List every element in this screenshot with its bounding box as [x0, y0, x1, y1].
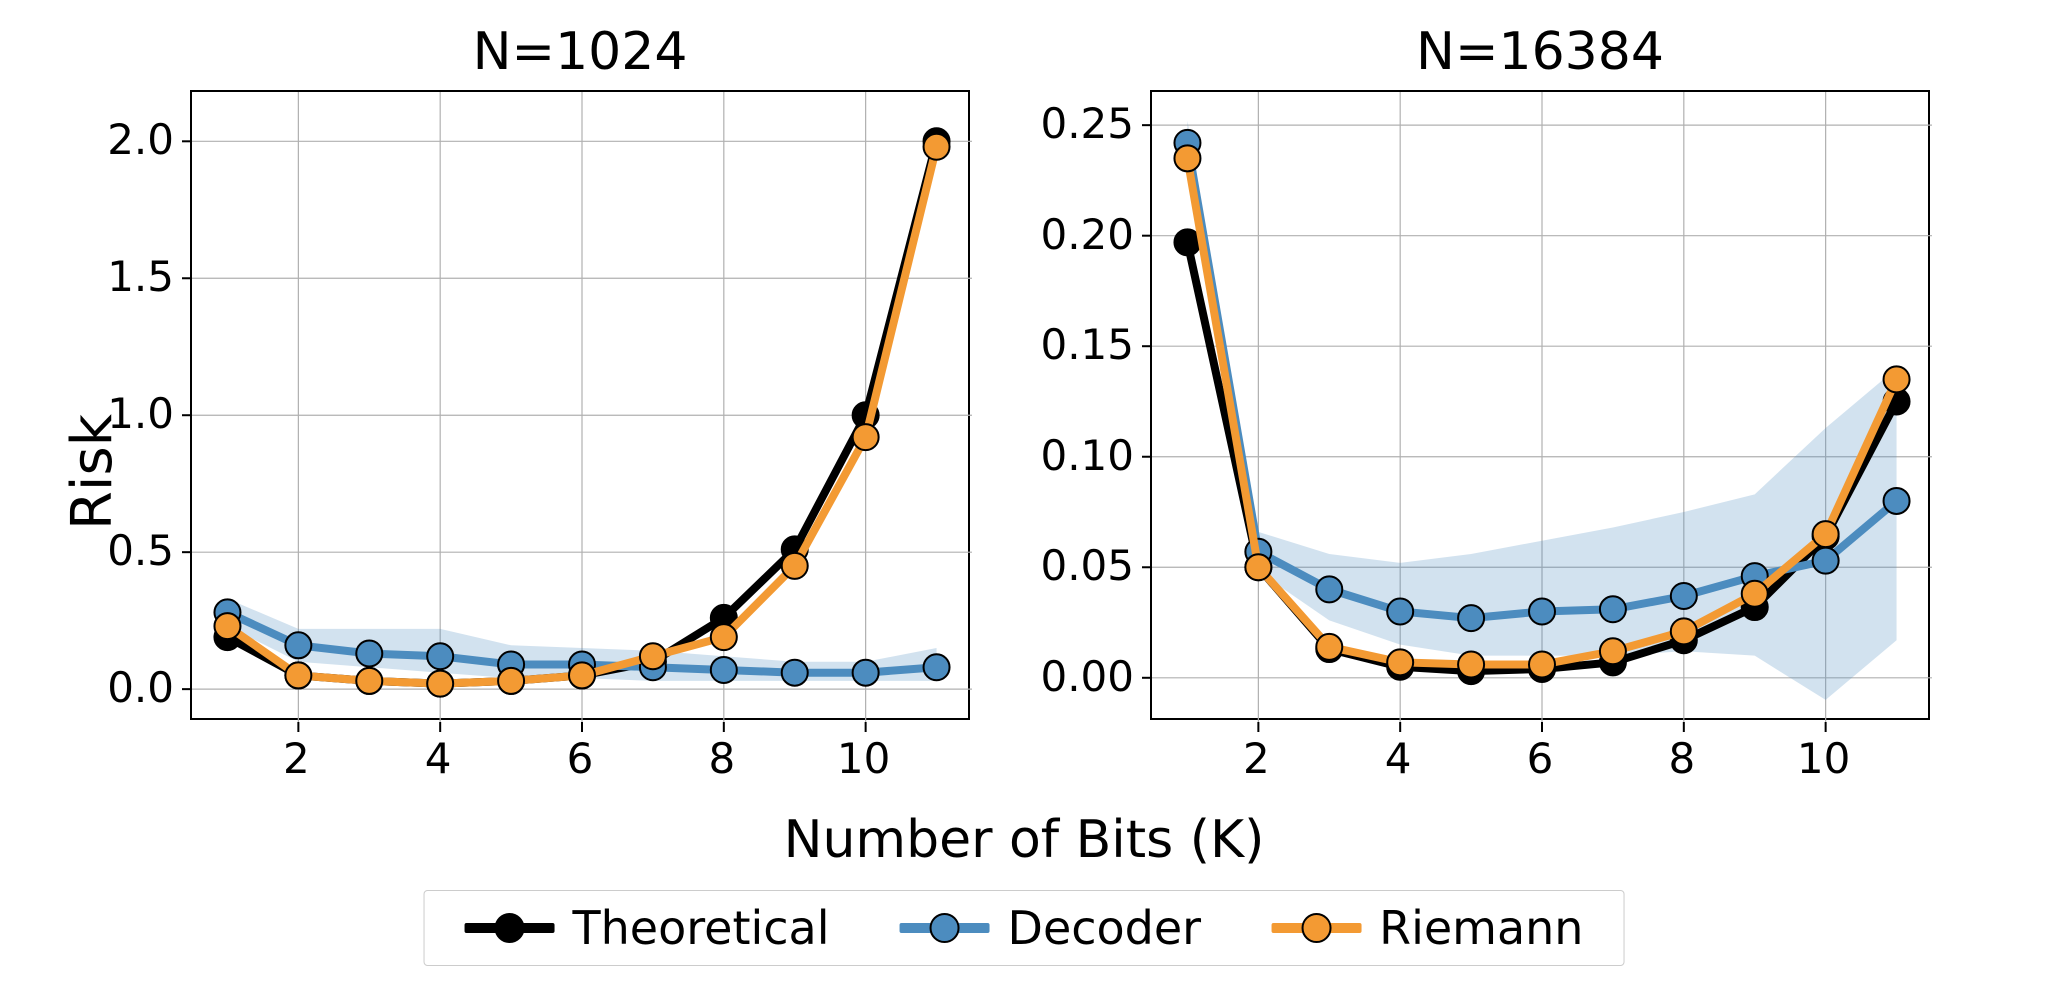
- y-tick-label: 0.15: [1040, 320, 1134, 369]
- x-tick-label: 10: [1797, 734, 1850, 783]
- legend-entry-decoder: Decoder: [900, 901, 1202, 955]
- y-tick-label: 1.5: [107, 252, 174, 301]
- legend-swatch-theoretical: [465, 923, 555, 933]
- legend-label-decoder: Decoder: [1008, 901, 1202, 955]
- chart-svg-right: [1152, 92, 1932, 722]
- y-tick-label: 0.0: [107, 663, 174, 712]
- y-tick-label: 0.05: [1040, 541, 1134, 590]
- y-tick-label: 1.0: [107, 389, 174, 438]
- x-tick-label: 4: [425, 734, 452, 783]
- y-tick-label: 0.25: [1040, 99, 1134, 148]
- legend: Theoretical Decoder Riemann: [424, 890, 1625, 966]
- legend-swatch-riemann: [1271, 923, 1361, 933]
- legend-entry-theoretical: Theoretical: [465, 901, 830, 955]
- y-tick-label: 0.10: [1040, 431, 1134, 480]
- x-tick-label: 8: [1668, 734, 1695, 783]
- figure: Risk Number of Bits (K) N=1024 N=16384 T…: [0, 0, 2048, 984]
- chart-panel-left: [190, 90, 970, 720]
- legend-entry-riemann: Riemann: [1271, 901, 1583, 955]
- x-tick-label: 6: [1527, 734, 1554, 783]
- legend-swatch-decoder: [900, 923, 990, 933]
- chart-panel-right: [1150, 90, 1930, 720]
- y-tick-label: 0.20: [1040, 210, 1134, 259]
- chart-svg-left: [192, 92, 972, 722]
- legend-label-theoretical: Theoretical: [573, 901, 830, 955]
- x-tick-label: 6: [567, 734, 594, 783]
- x-tick-label: 2: [283, 734, 310, 783]
- x-tick-label: 2: [1243, 734, 1270, 783]
- y-tick-label: 0.5: [107, 526, 174, 575]
- y-tick-label: 2.0: [107, 115, 174, 164]
- panel-title-right: N=16384: [1150, 22, 1930, 82]
- x-tick-label: 8: [708, 734, 735, 783]
- panel-title-left: N=1024: [190, 22, 970, 82]
- x-tick-label: 4: [1385, 734, 1412, 783]
- legend-label-riemann: Riemann: [1379, 901, 1583, 955]
- y-tick-label: 0.00: [1040, 652, 1134, 701]
- x-axis-label: Number of Bits (K): [784, 810, 1265, 870]
- x-tick-label: 10: [837, 734, 890, 783]
